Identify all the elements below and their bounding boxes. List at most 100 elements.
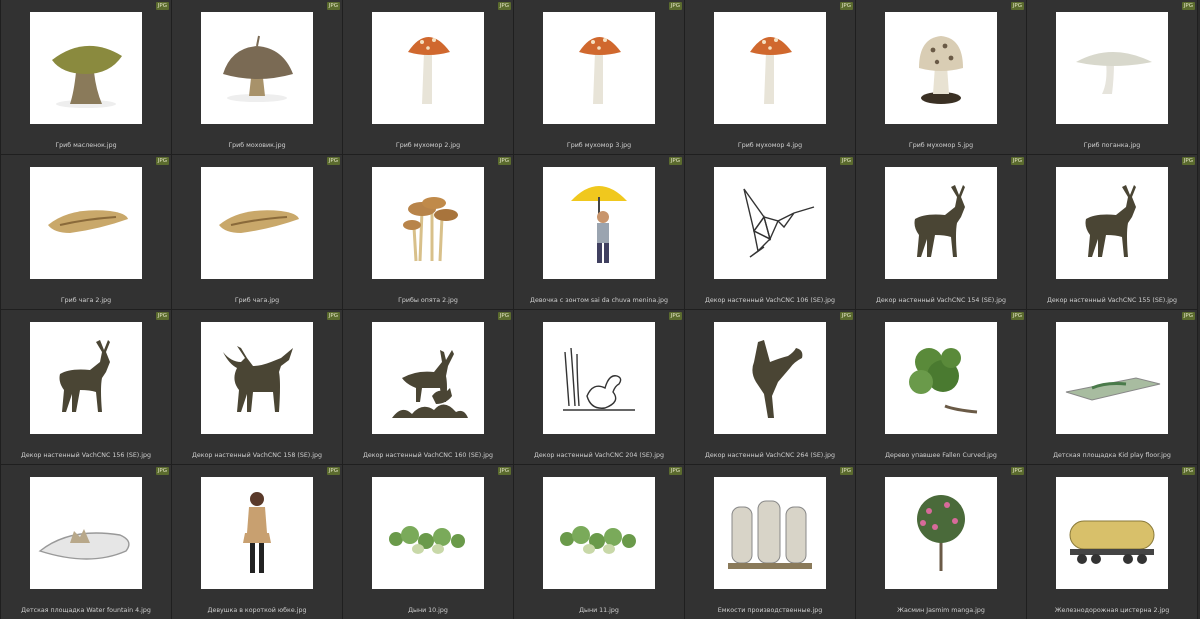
file-name-label[interactable]: Детская площадка Water fountain 4.jpg <box>3 606 169 615</box>
file-tile[interactable]: JPG Декор настенный VachCNC 154 (SE).jpg <box>856 155 1027 310</box>
file-name-label[interactable]: Декор настенный VachCNC 106 (SE).jpg <box>687 296 853 305</box>
thumbnail[interactable] <box>714 167 826 279</box>
file-name-label[interactable]: Железнодорожная цистерна 2.jpg <box>1029 606 1195 615</box>
thumbnail[interactable] <box>543 322 655 434</box>
thumbnail[interactable] <box>372 477 484 589</box>
deer-icon <box>1056 167 1168 279</box>
file-name-label[interactable]: Жасмин Jasmim manga.jpg <box>858 606 1024 615</box>
thumbnail[interactable] <box>714 12 826 124</box>
file-tile[interactable]: JPG Декор настенный VachCNC 160 (SE).jpg <box>343 310 514 465</box>
mushroom-panther-icon <box>885 12 997 124</box>
thumbnail[interactable] <box>714 477 826 589</box>
thumbnail[interactable] <box>543 477 655 589</box>
file-name-label[interactable]: Девочка с зонтом sai da chuva menina.jpg <box>516 296 682 305</box>
thumbnail[interactable] <box>1056 12 1168 124</box>
thumbnail[interactable] <box>30 167 142 279</box>
file-tile[interactable]: JPG Дыни 11.jpg <box>514 465 685 619</box>
file-tile[interactable]: JPG Гриб чага 2.jpg <box>1 155 172 310</box>
file-name-label[interactable]: Декор настенный VachCNC 158 (SE).jpg <box>174 451 340 460</box>
file-tile[interactable]: JPG Детская площадка Water fountain 4.jpg <box>1 465 172 619</box>
file-tile[interactable]: JPG Декор настенный VachCNC 158 (SE).jpg <box>172 310 343 465</box>
file-type-badge: JPG <box>155 2 169 10</box>
file-tile[interactable]: JPG Гриб моховик.jpg <box>172 0 343 155</box>
file-name-label[interactable]: Гриб мухомор 2.jpg <box>345 141 511 150</box>
file-name-label[interactable]: Декор настенный VachCNC 156 (SE).jpg <box>3 451 169 460</box>
file-tile[interactable]: JPG Гриб чага.jpg <box>172 155 343 310</box>
file-tile[interactable]: JPG Гриб мухомор 4.jpg <box>685 0 856 155</box>
file-grid: JPG Гриб масленок.jpg JPG Гриб моховик.jpg J… <box>0 0 1200 619</box>
file-name-label[interactable]: Дерево упавшее Fallen Curved.jpg <box>858 451 1024 460</box>
file-name-label[interactable]: Гриб мухомор 5.jpg <box>858 141 1024 150</box>
mushroom-amanita-icon <box>372 12 484 124</box>
file-name-label[interactable]: Гриб масленок.jpg <box>3 141 169 150</box>
file-tile[interactable]: JPG Гриб мухомор 3.jpg <box>514 0 685 155</box>
file-type-badge: JPG <box>839 2 853 10</box>
thumbnail[interactable] <box>201 167 313 279</box>
file-name-label[interactable]: Гриб чага 2.jpg <box>3 296 169 305</box>
file-name-label[interactable]: Дыни 10.jpg <box>345 606 511 615</box>
file-name-label[interactable]: Декор настенный VachCNC 155 (SE).jpg <box>1029 296 1195 305</box>
playground-icon <box>1056 322 1168 434</box>
thumbnail[interactable] <box>30 322 142 434</box>
file-tile[interactable]: JPG Емкости производственные.jpg <box>685 465 856 619</box>
thumbnail[interactable] <box>372 12 484 124</box>
file-name-label[interactable]: Гриб моховик.jpg <box>174 141 340 150</box>
file-name-label[interactable]: Емкости производственные.jpg <box>687 606 853 615</box>
file-tile[interactable]: JPG Железнодорожная цистерна 2.jpg <box>1027 465 1198 619</box>
hummingbird-icon <box>714 167 826 279</box>
thumbnail[interactable] <box>885 12 997 124</box>
fountain-icon <box>30 477 142 589</box>
file-name-label[interactable]: Декор настенный VachCNC 204 (SE).jpg <box>516 451 682 460</box>
file-tile[interactable]: JPG Гриб мухомор 2.jpg <box>343 0 514 155</box>
file-tile[interactable]: JPG Дерево упавшее Fallen Curved.jpg <box>856 310 1027 465</box>
file-tile[interactable]: JPG Гриб масленок.jpg <box>1 0 172 155</box>
thumbnail[interactable] <box>30 477 142 589</box>
thumbnail[interactable] <box>714 322 826 434</box>
woman-icon <box>201 477 313 589</box>
deer-icon <box>885 167 997 279</box>
file-name-label[interactable]: Гриб мухомор 3.jpg <box>516 141 682 150</box>
file-name-label[interactable]: Гриб чага.jpg <box>174 296 340 305</box>
mushroom-amanita-icon <box>543 12 655 124</box>
thumbnail[interactable] <box>885 167 997 279</box>
thumbnail[interactable] <box>543 12 655 124</box>
file-name-label[interactable]: Дыни 11.jpg <box>516 606 682 615</box>
thumbnail[interactable] <box>201 477 313 589</box>
thumbnail[interactable] <box>885 477 997 589</box>
thumbnail[interactable] <box>1056 322 1168 434</box>
thumbnail[interactable] <box>372 167 484 279</box>
file-tile[interactable]: JPG Жасмин Jasmim manga.jpg <box>856 465 1027 619</box>
thumbnail[interactable] <box>30 12 142 124</box>
file-tile[interactable]: JPG Детская площадка Kid play floor.jpg <box>1027 310 1198 465</box>
file-tile[interactable]: JPG Декор настенный VachCNC 204 (SE).jpg <box>514 310 685 465</box>
file-name-label[interactable]: Декор настенный VachCNC 160 (SE).jpg <box>345 451 511 460</box>
file-tile[interactable]: JPG Декор настенный VachCNC 155 (SE).jpg <box>1027 155 1198 310</box>
file-tile[interactable]: JPG Дыни 10.jpg <box>343 465 514 619</box>
thumbnail[interactable] <box>1056 167 1168 279</box>
file-name-label[interactable]: Гриб поганка.jpg <box>1029 141 1195 150</box>
file-name-label[interactable]: Девушка в короткой юбке.jpg <box>174 606 340 615</box>
file-tile[interactable]: JPG Грибы опята 2.jpg <box>343 155 514 310</box>
file-name-label[interactable]: Декор настенный VachCNC 264 (SE).jpg <box>687 451 853 460</box>
thumbnail[interactable] <box>201 322 313 434</box>
file-tile[interactable]: JPG Декор настенный VachCNC 264 (SE).jpg <box>685 310 856 465</box>
file-name-label[interactable]: Декор настенный VachCNC 154 (SE).jpg <box>858 296 1024 305</box>
file-tile[interactable]: JPG Девочка с зонтом sai da chuva menina.… <box>514 155 685 310</box>
file-tile[interactable]: JPG Декор настенный VachCNC 156 (SE).jpg <box>1 310 172 465</box>
file-tile[interactable]: JPG Девушка в короткой юбке.jpg <box>172 465 343 619</box>
thumbnail[interactable] <box>885 322 997 434</box>
file-type-badge: JPG <box>155 467 169 475</box>
melon-vine-icon <box>543 477 655 589</box>
thumbnail[interactable] <box>543 167 655 279</box>
file-name-label[interactable]: Гриб мухомор 4.jpg <box>687 141 853 150</box>
file-tile[interactable]: JPG Гриб поганка.jpg <box>1027 0 1198 155</box>
file-tile[interactable]: JPG Декор настенный VachCNC 106 (SE).jpg <box>685 155 856 310</box>
thumbnail[interactable] <box>372 322 484 434</box>
file-name-label[interactable]: Грибы опята 2.jpg <box>345 296 511 305</box>
file-name-label[interactable]: Детская площадка Kid play floor.jpg <box>1029 451 1195 460</box>
thumbnail[interactable] <box>201 12 313 124</box>
file-tile[interactable]: JPG Гриб мухомор 5.jpg <box>856 0 1027 155</box>
file-type-badge: JPG <box>326 2 340 10</box>
file-type-badge: JPG <box>1010 312 1024 320</box>
thumbnail[interactable] <box>1056 477 1168 589</box>
